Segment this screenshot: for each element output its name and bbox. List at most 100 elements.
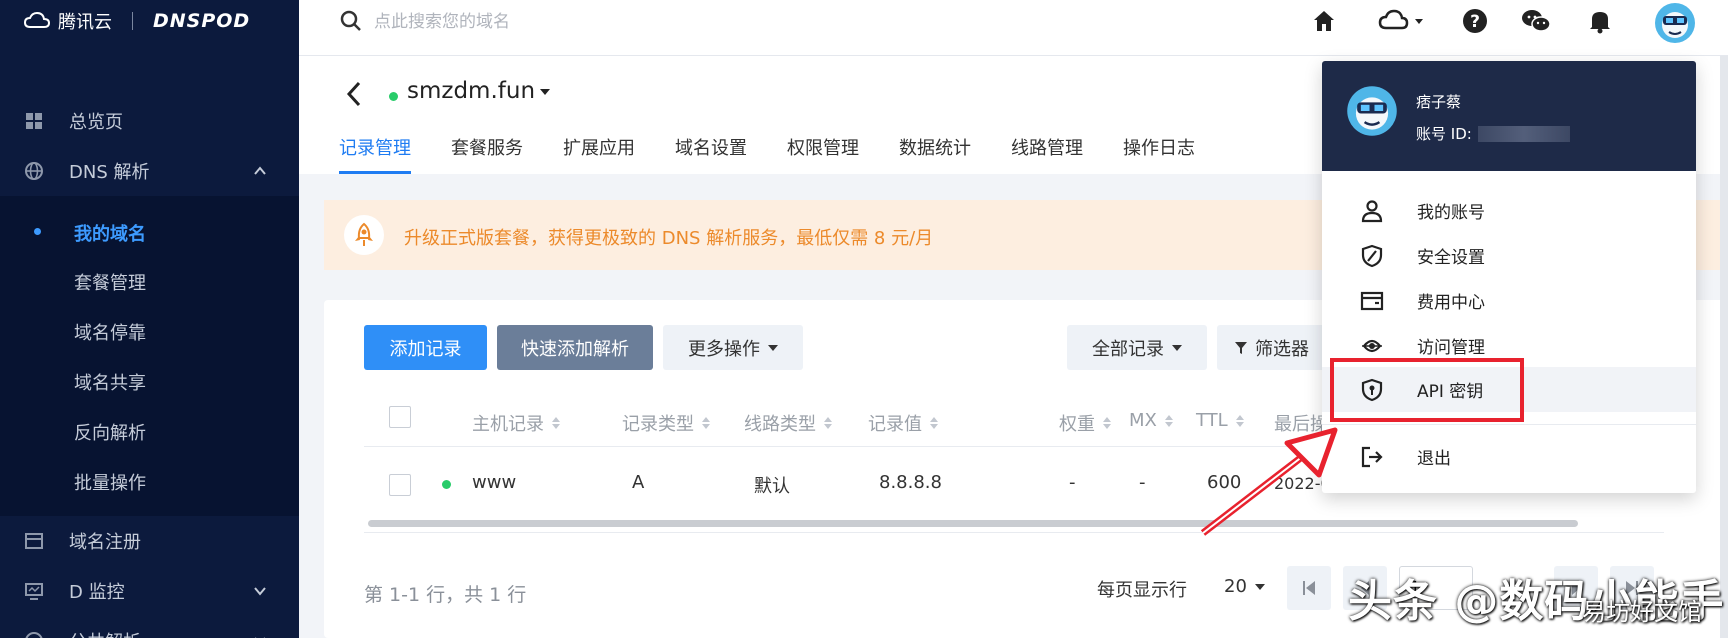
bell-icon[interactable]	[1585, 6, 1615, 36]
domain-status-dot	[389, 92, 398, 101]
search-icon[interactable]	[339, 9, 363, 33]
globe-icon	[25, 162, 43, 180]
menu-item-my-account[interactable]: 我的账号	[1322, 188, 1696, 233]
more-actions-button[interactable]: 更多操作	[663, 325, 803, 370]
per-page-select[interactable]: 20	[1224, 576, 1265, 597]
header-type[interactable]: 记录类型	[622, 410, 710, 436]
sidebar-item-overview[interactable]: 总览页	[0, 96, 299, 146]
submenu-item-sharing[interactable]: 域名共享	[74, 369, 146, 395]
cell-value: 8.8.8.8	[879, 472, 942, 493]
menu-divider	[1322, 424, 1696, 425]
menu-item-billing[interactable]: 费用中心	[1322, 278, 1696, 323]
header-mx[interactable]: MX	[1129, 410, 1173, 431]
more-actions-label: 更多操作	[688, 338, 760, 360]
menu-item-label: 访问管理	[1417, 338, 1485, 358]
dns-submenu: 我的域名 套餐管理 域名停靠 域名共享 反向解析 批量操作	[0, 196, 299, 516]
all-records-label: 全部记录	[1092, 338, 1164, 360]
dropdown-avatar	[1347, 86, 1397, 136]
caret-down-icon	[768, 344, 778, 351]
cell-type: A	[632, 472, 645, 493]
globe-icon	[25, 632, 43, 638]
shield-icon	[1361, 244, 1383, 267]
help-icon[interactable]: ?	[1460, 6, 1490, 36]
domain-search-input[interactable]	[374, 8, 674, 36]
caret-down-icon	[1172, 344, 1182, 351]
sidebar-item-registration[interactable]: 域名注册	[0, 516, 299, 566]
sidebar-item-public-dns[interactable]: 公共解析	[0, 616, 299, 638]
cell-host: www	[472, 472, 517, 493]
brand-logo[interactable]: 腾讯云 DNSPOD	[24, 8, 250, 34]
tab-lines[interactable]: 线路管理	[1011, 134, 1083, 174]
highlight-box	[1330, 358, 1524, 422]
submenu-item-batch[interactable]: 批量操作	[74, 469, 146, 495]
domain-name[interactable]: smzdm.fun	[407, 78, 535, 104]
submenu-item-reverse[interactable]: 反向解析	[74, 419, 146, 445]
tab-extensions[interactable]: 扩展应用	[563, 134, 635, 174]
record-status-dot	[442, 480, 451, 489]
submenu-item-packages[interactable]: 套餐管理	[74, 269, 146, 295]
page-scrollbar[interactable]	[1720, 56, 1728, 638]
tab-records[interactable]: 记录管理	[339, 134, 411, 174]
wechat-icon[interactable]	[1521, 6, 1551, 36]
tab-permissions[interactable]: 权限管理	[787, 134, 859, 174]
all-records-select[interactable]: 全部记录	[1067, 325, 1207, 370]
tab-statistics[interactable]: 数据统计	[899, 134, 971, 174]
back-arrow-icon[interactable]	[344, 80, 364, 108]
menu-item-label: 我的账号	[1417, 203, 1485, 223]
user-avatar[interactable]	[1654, 2, 1696, 44]
topbar: ?	[299, 0, 1728, 56]
sort-icon	[930, 417, 938, 429]
table-bottom-divider	[364, 532, 1664, 533]
account-header: 痞子蔡 账号 ID:	[1322, 61, 1696, 171]
monitor-icon	[25, 583, 43, 600]
watermark-sub: 易坊好文馆	[1582, 598, 1702, 626]
svg-text:?: ?	[1470, 12, 1480, 32]
cell-mx: -	[1139, 472, 1146, 493]
dashboard-icon	[26, 113, 42, 129]
tab-logs[interactable]: 操作日志	[1123, 134, 1195, 174]
filter-label: 筛选器	[1255, 338, 1309, 360]
calendar-icon	[25, 533, 43, 549]
select-all-checkbox[interactable]	[389, 406, 411, 428]
home-icon[interactable]	[1309, 6, 1339, 36]
user-icon	[1361, 199, 1383, 222]
filter-icon	[1235, 341, 1247, 354]
header-value[interactable]: 记录值	[868, 410, 938, 436]
sidebar-item-monitor[interactable]: D 监控	[0, 566, 299, 616]
quick-add-button[interactable]: 快速添加解析	[497, 325, 653, 370]
wallet-icon	[1360, 291, 1384, 310]
header-weight[interactable]: 权重	[1059, 410, 1111, 436]
logout-icon	[1361, 446, 1383, 467]
submenu-item-my-domains[interactable]: 我的域名	[74, 220, 146, 246]
account-id-masked	[1477, 125, 1570, 142]
sidebar-item-label: 总览页	[69, 112, 123, 133]
sidebar-item-label: 公共解析	[69, 628, 141, 638]
sort-icon	[1164, 414, 1173, 427]
filter-button[interactable]: 筛选器	[1217, 325, 1327, 370]
header-line[interactable]: 线路类型	[744, 410, 832, 436]
caret-down-icon	[1254, 583, 1265, 590]
sidebar-item-dns[interactable]: DNS 解析	[0, 146, 299, 196]
cloud-menu-icon[interactable]	[1374, 6, 1430, 36]
dnspod-logo: DNSPOD	[153, 10, 251, 32]
account-dropdown: 痞子蔡 账号 ID: 我的账号 安全设置 费用中心 访问管理 API 密钥 退出	[1322, 61, 1696, 493]
sidebar-item-label: DNS 解析	[69, 162, 150, 183]
horizontal-scrollbar[interactable]	[368, 520, 1578, 527]
first-page-button[interactable]	[1287, 566, 1331, 610]
cell-line: 默认	[754, 476, 790, 497]
tab-packages[interactable]: 套餐服务	[451, 134, 523, 174]
brand-name: 腾讯云	[58, 12, 112, 33]
tab-domain-settings[interactable]: 域名设置	[675, 134, 747, 174]
row-checkbox[interactable]	[389, 474, 411, 496]
add-record-button[interactable]: 添加记录	[364, 325, 487, 370]
caret-down-icon[interactable]	[539, 86, 551, 98]
account-id-label: 账号 ID:	[1416, 125, 1472, 143]
menu-item-label: 安全设置	[1417, 248, 1485, 268]
pagination-summary: 第 1-1 行，共 1 行	[364, 584, 527, 606]
menu-item-security[interactable]: 安全设置	[1322, 233, 1696, 278]
sort-icon	[552, 417, 560, 429]
menu-item-logout[interactable]: 退出	[1322, 434, 1696, 479]
submenu-item-parking[interactable]: 域名停靠	[74, 319, 146, 345]
brand-divider	[132, 12, 133, 30]
header-host[interactable]: 主机记录	[472, 410, 560, 436]
